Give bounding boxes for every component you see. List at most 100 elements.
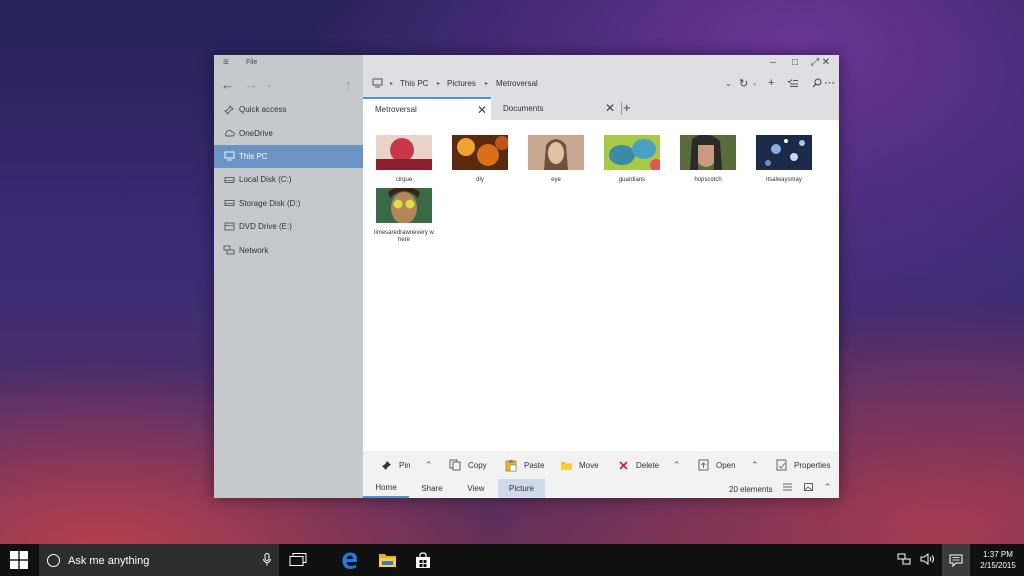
up-arrow-icon[interactable]: ↑: [345, 77, 352, 92]
chevron-up-icon[interactable]: ⌃: [751, 460, 759, 471]
refresh-chevron-icon[interactable]: ⌄: [752, 80, 757, 87]
chevron-up-icon[interactable]: ⌃: [673, 460, 681, 471]
hamburger-menu-icon[interactable]: ≡: [223, 57, 229, 68]
file-explorer-icon: [378, 554, 396, 567]
sidebar-item-onedrive[interactable]: OneDrive: [214, 121, 363, 144]
tab-documents[interactable]: Documents ✕: [491, 97, 619, 120]
file-item[interactable]: limesaredrawnevery where: [374, 186, 434, 244]
copy-button[interactable]: Copy: [448, 459, 487, 471]
file-name: eye: [551, 177, 561, 183]
sidebar-item-local-disk[interactable]: Local Disk (C:): [214, 168, 363, 191]
address-bar: ▸ This PC ▸ Pictures ▸ Metroversal ⌄ ↻ ⌄…: [363, 72, 839, 97]
file-menu[interactable]: File: [246, 59, 257, 66]
drive-icon: [223, 198, 235, 208]
thumbnail-guardians: [604, 135, 662, 171]
sidebar-item-label: Network: [239, 245, 269, 255]
title-bar: – □ ⤢ ✕: [363, 55, 839, 72]
open-button[interactable]: Open: [696, 459, 736, 471]
new-tab-icon[interactable]: +: [623, 100, 631, 115]
sidebar-item-storage-disk[interactable]: Storage Disk (D:): [214, 192, 363, 215]
store-icon: [416, 551, 430, 568]
microphone-icon[interactable]: [263, 553, 271, 569]
breadcrumb-separator-icon: ▸: [485, 81, 489, 87]
main-pane: – □ ⤢ ✕ ▸ This PC ▸ Pictures ▸ Metrovers…: [363, 55, 839, 498]
ribbon-tab-view[interactable]: View: [453, 479, 499, 498]
windows-logo-icon: [10, 551, 28, 569]
breadcrumb-metroversal[interactable]: Metroversal: [496, 79, 538, 88]
ribbon-tab-picture[interactable]: Picture: [498, 479, 545, 498]
thumbnail-itsalwaysmay: [756, 135, 812, 170]
details-view-icon[interactable]: [783, 483, 792, 493]
breadcrumb-pictures[interactable]: Pictures: [447, 79, 476, 88]
search-icon[interactable]: [812, 78, 822, 91]
delete-label: Delete: [636, 460, 660, 470]
delete-button[interactable]: Delete: [616, 459, 659, 471]
move-button[interactable]: Move: [559, 459, 599, 471]
file-item[interactable]: itsalwaysmay: [754, 135, 814, 184]
breadcrumb-this-pc[interactable]: This PC: [400, 79, 428, 88]
computer-icon: [223, 151, 235, 161]
close-tab-icon[interactable]: ✕: [605, 101, 615, 115]
new-item-icon[interactable]: +: [768, 77, 774, 89]
close-tab-icon[interactable]: ✕: [477, 103, 487, 117]
pin-label: Pin: [399, 460, 411, 470]
sidebar-item-this-pc[interactable]: This PC: [214, 144, 363, 169]
sidebar-item-dvd-drive[interactable]: DVD Drive (E:): [214, 215, 363, 238]
tab-metroversal[interactable]: Metroversal ✕: [363, 97, 491, 120]
action-center-button[interactable]: [942, 544, 970, 576]
edge-browser-button[interactable]: [339, 550, 361, 570]
properties-button[interactable]: Properties: [774, 459, 830, 471]
cortana-search-box[interactable]: Ask me anything: [39, 544, 279, 576]
volume-tray-icon[interactable]: [920, 553, 936, 568]
file-item[interactable]: cirque: [374, 135, 434, 184]
ribbon-tab-home[interactable]: Home: [363, 479, 409, 498]
more-options-icon[interactable]: ⋯: [824, 76, 835, 89]
open-label: Open: [716, 460, 736, 470]
back-arrow-icon[interactable]: ←: [221, 77, 234, 92]
sidebar-item-label: Quick access: [239, 105, 287, 115]
sidebar-item-quick-access[interactable]: Quick access: [214, 98, 363, 121]
close-icon[interactable]: ✕: [820, 57, 832, 68]
ribbon-tab-share[interactable]: Share: [409, 479, 455, 498]
breadcrumb-separator-icon: ▸: [437, 81, 441, 87]
store-button[interactable]: [412, 550, 434, 570]
forward-arrow-icon[interactable]: →: [245, 77, 258, 92]
paste-button[interactable]: Paste: [504, 459, 544, 471]
taskbar-clock[interactable]: 1:37 PM 2/15/2015: [972, 549, 1024, 571]
pin-icon: [379, 459, 393, 471]
item-count: 20 elements: [729, 485, 773, 494]
file-item[interactable]: eye: [526, 135, 586, 184]
recent-chevron-icon[interactable]: ⌄: [266, 80, 273, 89]
clock-date: 2/15/2015: [980, 561, 1016, 570]
tab-strip: Metroversal ✕ Documents ✕ +: [363, 97, 839, 120]
file-item[interactable]: guardians: [602, 135, 662, 184]
refresh-icon[interactable]: ↻: [739, 77, 748, 90]
folder-icon: [559, 459, 573, 471]
minimize-icon[interactable]: –: [767, 57, 779, 68]
network-tray-icon[interactable]: [897, 553, 911, 568]
edge-icon: [342, 552, 358, 569]
tab-label: Documents: [503, 104, 544, 113]
taskbar: Ask me anything 1:37 PM 2/15/2015: [0, 544, 1024, 576]
file-explorer-button[interactable]: [376, 550, 398, 570]
file-item[interactable]: dly: [450, 135, 510, 184]
history-chevron-icon[interactable]: ⌄: [725, 79, 732, 88]
dvd-icon: [223, 222, 235, 232]
thumbnail-limesaredrawnevery: [376, 186, 432, 224]
start-button[interactable]: [0, 544, 38, 576]
file-item[interactable]: hopscotch: [678, 134, 738, 184]
thumbnail-view-icon[interactable]: [804, 483, 813, 493]
collapse-ribbon-icon[interactable]: ⌃: [824, 482, 832, 493]
maximize-icon[interactable]: □: [789, 57, 801, 68]
command-bar: Pin ⌃ Copy Paste Move Delete ⌃ Open ⌃ Pr…: [363, 451, 839, 479]
pin-button[interactable]: Pin: [379, 459, 411, 471]
file-name: guardians: [618, 177, 646, 183]
thumbnail-hopscotch: [680, 134, 736, 170]
sidebar-item-label: OneDrive: [239, 128, 273, 138]
task-view-button[interactable]: [287, 550, 309, 570]
file-name: itsalwaysmay: [766, 177, 802, 183]
sidebar-list: Quick access OneDrive This PC Local Disk…: [214, 98, 363, 262]
select-list-icon[interactable]: [787, 78, 799, 91]
sidebar-item-network[interactable]: Network: [214, 238, 363, 261]
chevron-up-icon[interactable]: ⌃: [425, 460, 433, 471]
